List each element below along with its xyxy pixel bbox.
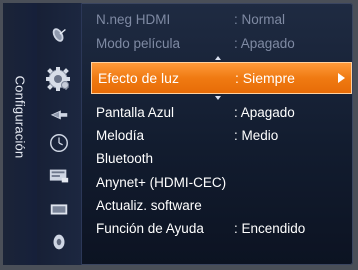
menu-item-label: Melodía: [96, 128, 145, 143]
menu-item-label: Pantalla Azul: [96, 105, 175, 120]
menu-item-value: : Apagado: [234, 105, 295, 120]
menu-item-value: : Siempre: [235, 70, 295, 86]
menu-item-value: : Encendido: [234, 221, 306, 236]
submenu-arrow-icon: [338, 73, 345, 83]
menu-item-label: Función de Ayuda: [96, 221, 204, 236]
menu-item-label: N.neg HDMI: [96, 12, 171, 27]
menu-item-anynet[interactable]: Anynet+ (HDMI-CEC): [91, 171, 349, 194]
menu-item-label: Efecto de luz: [98, 70, 179, 86]
menu-item-melody[interactable]: Melodía : Medio: [91, 124, 349, 147]
menu-item-software-update[interactable]: Actualiz. software: [91, 194, 349, 217]
menu-item-label: Actualiz. software: [96, 198, 202, 213]
scroll-down-indicator: [215, 96, 221, 100]
menu-item-film-mode[interactable]: Modo película : Apagado: [91, 32, 349, 55]
cd-disc-icon[interactable]: [45, 230, 73, 254]
menu-item-blue-screen[interactable]: Pantalla Azul : Apagado: [91, 101, 349, 124]
menu-item-label: Bluetooth: [96, 151, 154, 166]
settings-gear-icon[interactable]: [41, 64, 77, 94]
satellite-dish-icon[interactable]: [45, 23, 73, 47]
menu-category-label: Configuración: [12, 75, 28, 159]
support-screen-icon[interactable]: [45, 197, 73, 221]
menu-item-value: : Medio: [234, 128, 279, 143]
scroll-up-indicator: [215, 56, 221, 60]
setup-menu-panel: Configuración N.neg HDMI: Normal Modo p…: [3, 3, 353, 265]
menu-item-bluetooth[interactable]: Bluetooth: [91, 147, 349, 170]
clock-icon[interactable]: [45, 131, 73, 155]
tv-osd-frame: Configuración N.neg HDMI: Normal Modo p…: [0, 0, 358, 270]
menu-item-value: : Normal: [234, 12, 286, 27]
app-window-icon[interactable]: [45, 164, 73, 188]
input-arrow-icon[interactable]: [45, 102, 73, 126]
setup-menu-list: N.neg HDMI : Normal Modo película : Apag…: [91, 3, 353, 265]
menu-item-label: Modo película: [96, 36, 181, 51]
menu-item-light-effect-selected[interactable]: Efecto de luz : Siempre: [91, 62, 352, 94]
menu-category-tab: Configuración: [3, 3, 38, 265]
category-icon-column: [37, 3, 82, 265]
menu-item-help-function[interactable]: Función de Ayuda : Encendido: [91, 217, 349, 240]
menu-item-value: : Apagado: [234, 36, 295, 51]
menu-item-label: Anynet+ (HDMI-CEC): [96, 175, 227, 190]
menu-item-hdmi-black-level[interactable]: N.neg HDMI : Normal: [91, 8, 349, 31]
